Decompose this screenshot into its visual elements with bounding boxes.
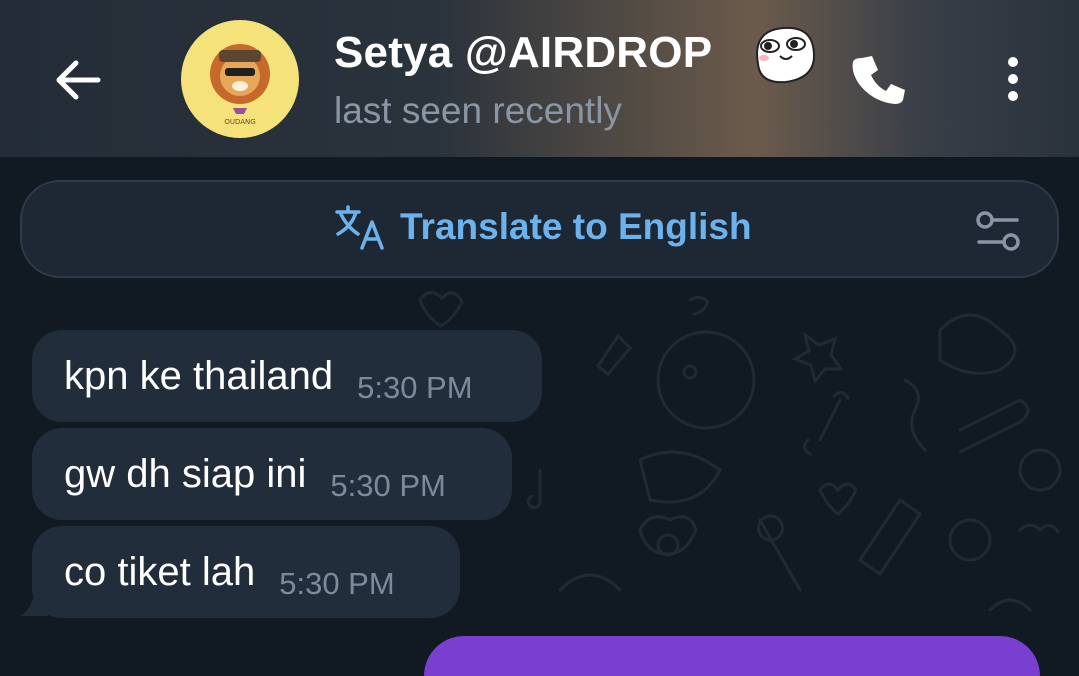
back-button[interactable] xyxy=(48,50,108,110)
chat-header: OUDANG Setya @AIRDROP last seen recently xyxy=(0,0,1079,157)
outgoing-message-bubble[interactable] xyxy=(424,636,1040,676)
avatar-lion-image: OUDANG xyxy=(210,44,270,126)
translate-bar: Translate to English xyxy=(20,180,1059,278)
message-bubble[interactable]: kpn ke thailand 5:30 PM xyxy=(32,330,542,422)
sliders-icon xyxy=(976,211,1020,251)
message-text: kpn ke thailand xyxy=(64,353,334,398)
last-seen-status: last seen recently xyxy=(334,90,622,131)
call-button[interactable] xyxy=(848,50,908,110)
phone-icon xyxy=(852,56,905,104)
contact-name[interactable]: Setya @AIRDROP xyxy=(334,28,712,78)
message-time: 5:30 PM xyxy=(357,370,473,405)
message-bubble[interactable]: co tiket lah 5:30 PM xyxy=(32,526,460,618)
translate-icon xyxy=(335,205,384,250)
arrow-left-icon xyxy=(56,60,101,100)
avatar[interactable]: OUDANG xyxy=(181,20,299,138)
more-menu-button[interactable] xyxy=(993,50,1033,110)
message-text: co tiket lah xyxy=(64,549,256,594)
message-time: 5:30 PM xyxy=(330,468,446,503)
message-bubble[interactable]: gw dh siap ini 5:30 PM xyxy=(32,428,512,520)
translate-settings-button[interactable] xyxy=(973,208,1023,254)
message-time: 5:30 PM xyxy=(279,566,395,601)
translate-button[interactable]: Translate to English xyxy=(334,204,752,250)
message-text: gw dh siap ini xyxy=(64,451,307,496)
translate-label: Translate to English xyxy=(400,206,752,247)
more-vertical-icon xyxy=(1008,57,1018,101)
avatar-caption: OUDANG xyxy=(224,118,255,126)
emoji-sticker-icon xyxy=(756,26,816,84)
bubble-tail xyxy=(20,584,48,616)
